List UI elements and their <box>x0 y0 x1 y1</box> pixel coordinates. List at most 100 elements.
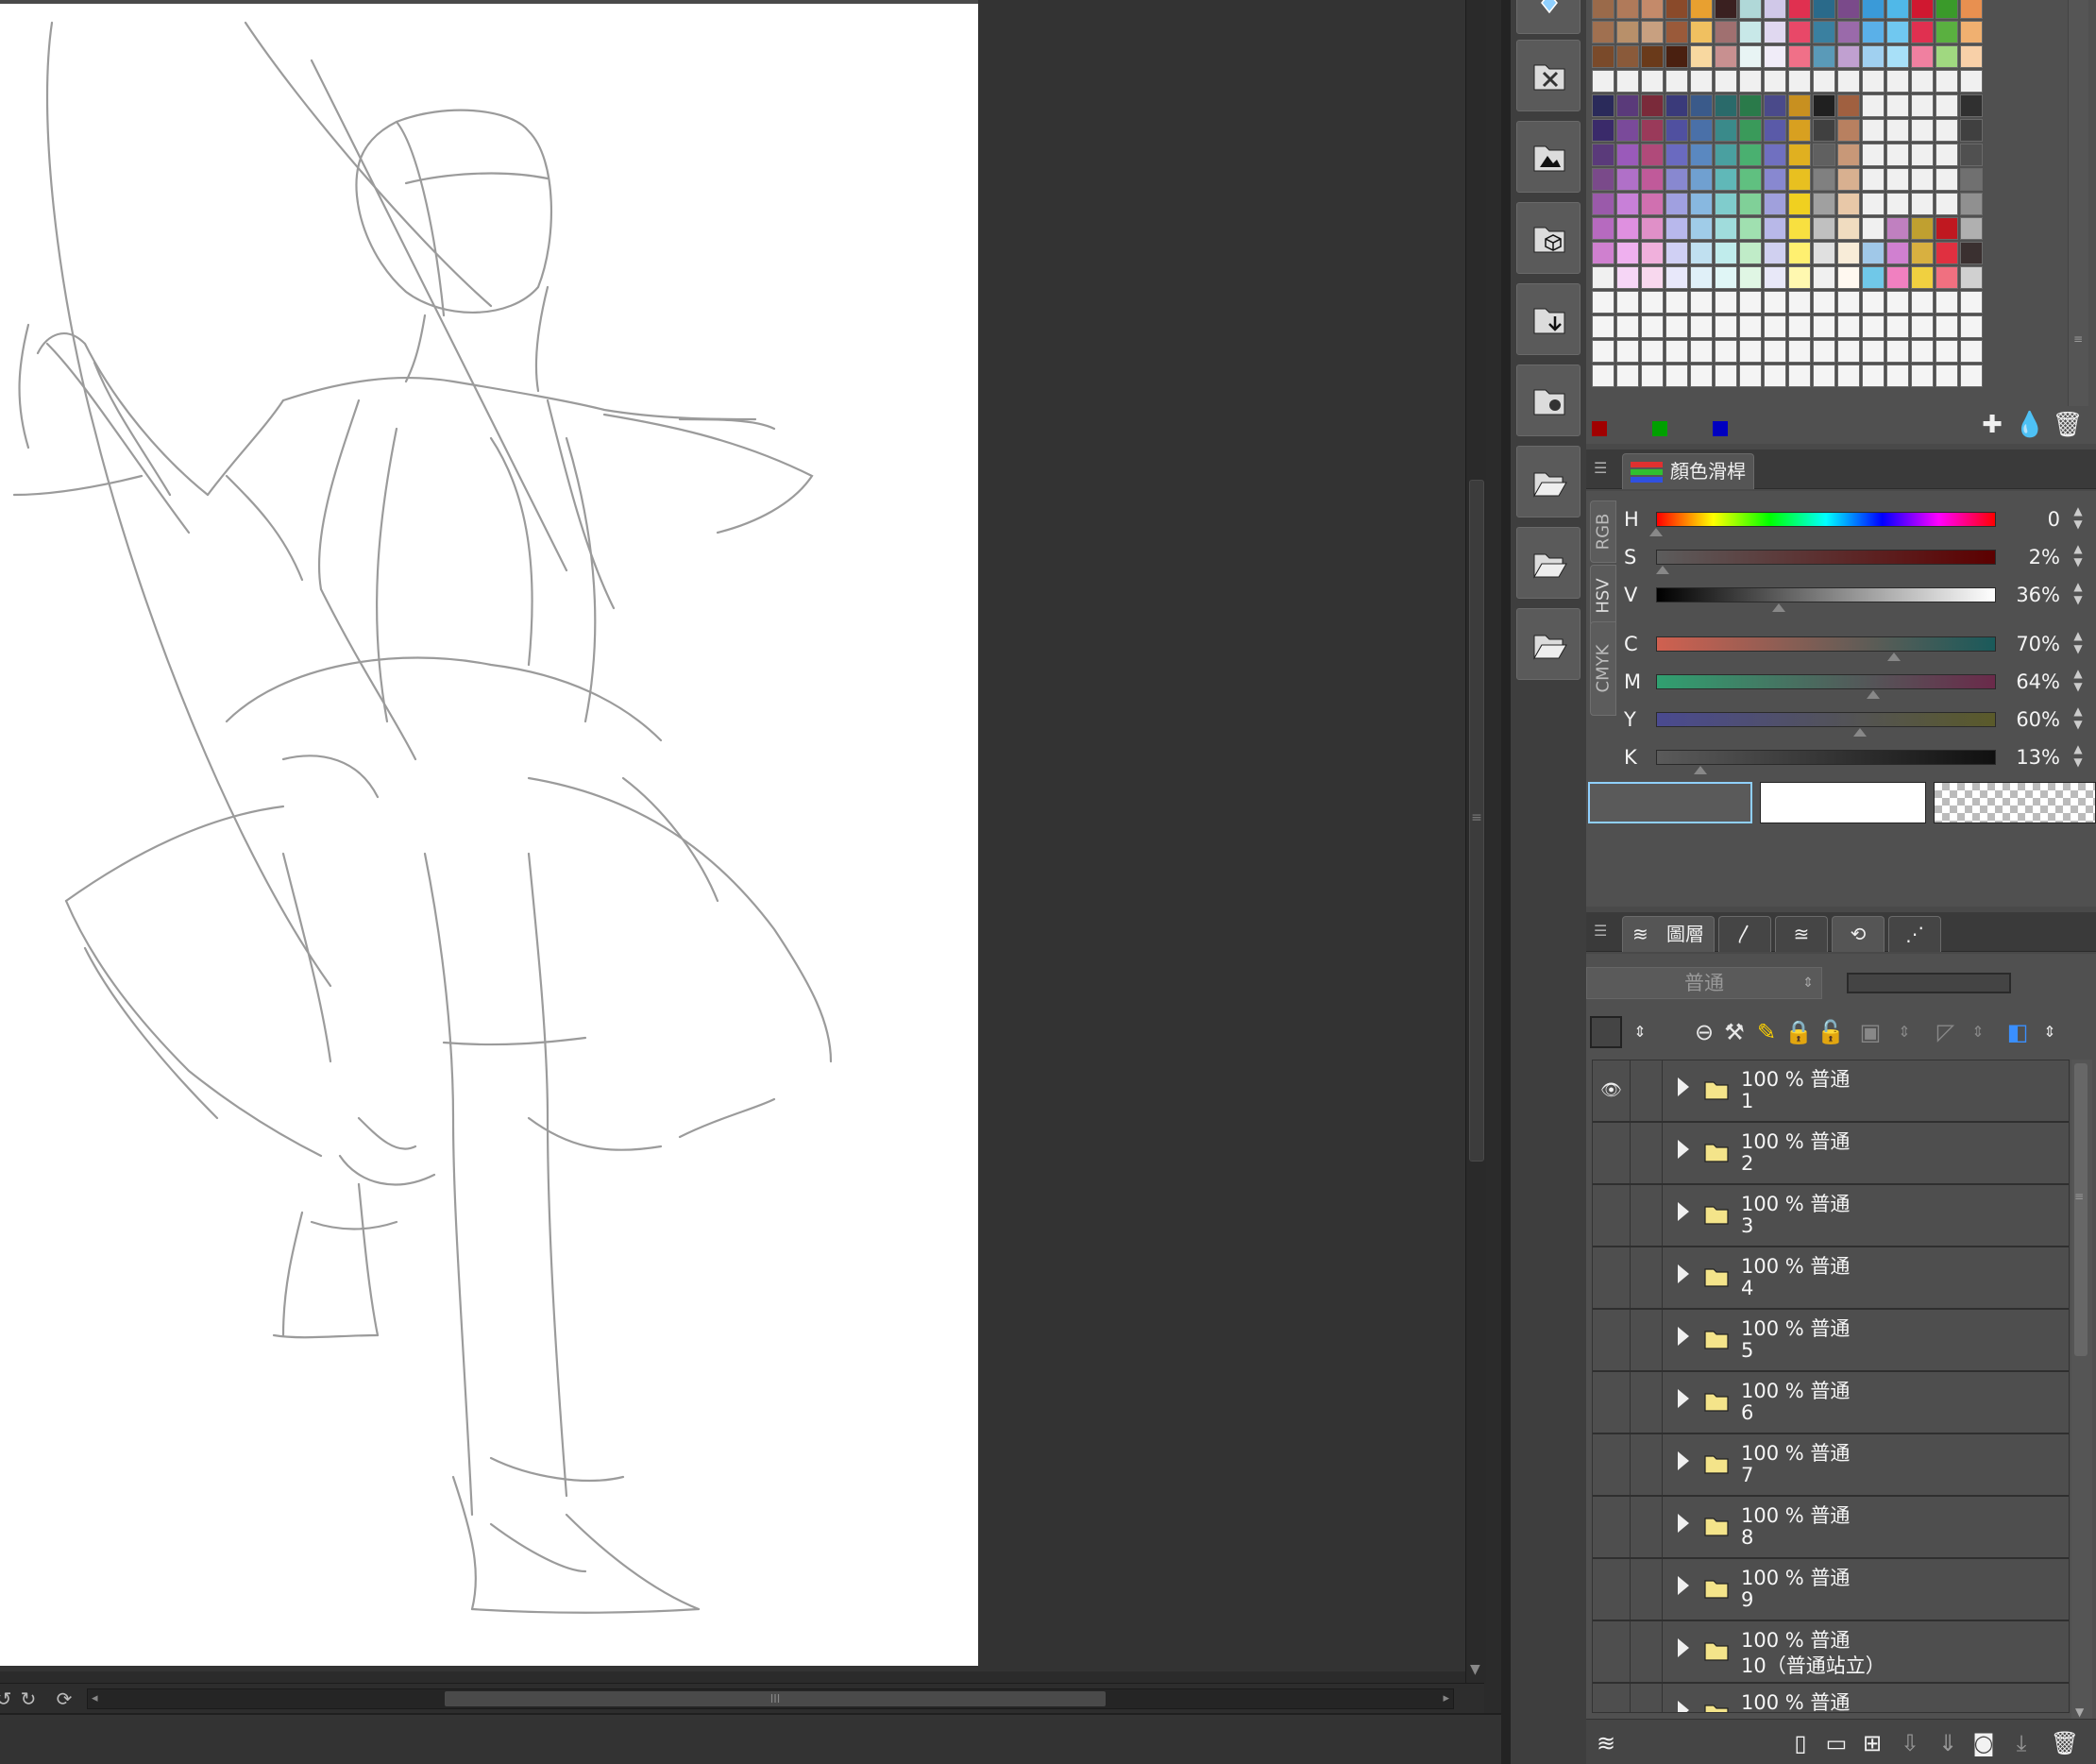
scroll-down-arrow-icon[interactable]: ▼ <box>2075 1705 2084 1719</box>
color-swatch[interactable] <box>1715 315 1737 338</box>
color-swatch[interactable] <box>1813 144 1835 166</box>
color-swatch[interactable] <box>1641 94 1664 117</box>
palette-scrollbar[interactable]: ≡ <box>2068 0 2088 406</box>
color-swatch[interactable] <box>1935 144 1958 166</box>
color-swatch[interactable] <box>1665 266 1688 289</box>
color-swatch[interactable] <box>1837 144 1860 166</box>
color-swatch[interactable] <box>1862 315 1885 338</box>
layer-row[interactable]: 100 % 普通 6 <box>1593 1372 2069 1434</box>
color-swatch[interactable] <box>1690 144 1713 166</box>
visibility-toggle[interactable] <box>1593 1247 1631 1308</box>
color-swatch[interactable] <box>1935 365 1958 387</box>
color-swatch[interactable] <box>1813 217 1835 240</box>
color-swatch[interactable] <box>1690 193 1713 215</box>
color-swatch[interactable] <box>1862 217 1885 240</box>
color-swatch[interactable] <box>1788 266 1811 289</box>
layer-lock-toggle[interactable] <box>1631 1185 1663 1246</box>
vertical-scroll-thumb[interactable]: ≡ <box>1469 480 1484 1162</box>
layer-row[interactable]: 100 % 普通 10（普通站立） <box>1593 1621 2069 1684</box>
spin-arrows-icon[interactable]: ▲ ▼ <box>2070 704 2087 737</box>
color-swatch[interactable] <box>1690 119 1713 142</box>
color-swatch[interactable] <box>1616 315 1639 338</box>
color-swatch[interactable] <box>1641 193 1664 215</box>
color-swatch[interactable] <box>1715 217 1737 240</box>
color-swatch[interactable] <box>1960 70 1983 93</box>
color-swatch[interactable] <box>1813 21 1835 43</box>
color-swatch[interactable] <box>1911 0 1934 19</box>
color-swatch[interactable] <box>1641 119 1664 142</box>
color-swatch[interactable] <box>1616 70 1639 93</box>
color-swatch[interactable] <box>1739 144 1762 166</box>
color-swatch[interactable] <box>1886 119 1909 142</box>
layer-lock-toggle[interactable] <box>1631 1497 1663 1557</box>
color-swatch[interactable] <box>1715 144 1737 166</box>
color-swatch[interactable] <box>1960 365 1983 387</box>
apply-mask-icon[interactable]: ⤓ <box>2005 1727 2037 1759</box>
color-swatch[interactable] <box>1616 168 1639 191</box>
color-swatch[interactable] <box>1616 340 1639 363</box>
color-swatch[interactable] <box>1886 193 1909 215</box>
slider-y[interactable]: Y 60% ▲ ▼ <box>1624 703 2096 740</box>
color-swatch[interactable] <box>1837 21 1860 43</box>
scroll-left-arrow-icon[interactable]: ◂ <box>92 1689 98 1708</box>
layer-lock-toggle[interactable] <box>1631 1310 1663 1370</box>
color-swatch[interactable] <box>1886 94 1909 117</box>
color-swatch[interactable] <box>1764 217 1786 240</box>
color-swatch[interactable] <box>1665 70 1688 93</box>
color-swatch[interactable] <box>1715 340 1737 363</box>
color-swatch[interactable] <box>1935 217 1958 240</box>
color-swatch[interactable] <box>1592 340 1614 363</box>
color-swatch[interactable] <box>1641 315 1664 338</box>
color-swatch[interactable] <box>1739 315 1762 338</box>
layer-lock-toggle[interactable] <box>1631 1621 1663 1682</box>
visibility-toggle[interactable] <box>1593 1434 1631 1495</box>
tab-rgb[interactable]: RGB <box>1590 500 1616 563</box>
color-swatch[interactable] <box>1665 217 1688 240</box>
color-swatch[interactable] <box>1911 94 1934 117</box>
layer-row[interactable]: 100 % 普通11 <box>1593 1684 2069 1712</box>
panel-menu-icon[interactable]: ☰ <box>1594 922 1613 941</box>
color-swatch[interactable] <box>1764 70 1786 93</box>
visibility-toggle[interactable] <box>1593 1559 1631 1620</box>
opacity-slider[interactable] <box>1847 973 2011 993</box>
color-swatch[interactable] <box>1960 21 1983 43</box>
color-swatch[interactable] <box>1690 365 1713 387</box>
color-swatch[interactable] <box>1739 21 1762 43</box>
slider-s[interactable]: S 2% ▲ ▼ <box>1624 540 2096 578</box>
color-swatch[interactable] <box>1813 94 1835 117</box>
color-swatch[interactable] <box>1813 119 1835 142</box>
color-swatch[interactable] <box>1935 340 1958 363</box>
clip-icon[interactable]: ⊖ <box>1688 1016 1720 1048</box>
color-swatch[interactable] <box>1862 168 1885 191</box>
color-swatch[interactable] <box>1813 291 1835 314</box>
color-swatch[interactable] <box>1715 70 1737 93</box>
visibility-toggle[interactable] <box>1593 1621 1631 1682</box>
color-swatch[interactable] <box>1862 193 1885 215</box>
color-swatch[interactable] <box>1886 340 1909 363</box>
spin-arrows-icon[interactable]: ▲ ▼ <box>2070 504 2087 536</box>
color-swatch[interactable] <box>1616 94 1639 117</box>
layer-row[interactable]: 👁 100 % 普通 1 <box>1593 1060 2069 1123</box>
tab-cmyk[interactable]: CMYK <box>1590 621 1616 716</box>
color-swatch[interactable] <box>1641 21 1664 43</box>
color-swatch[interactable] <box>1641 291 1664 314</box>
scroll-down-arrow-icon[interactable]: ▼ <box>1470 1662 1480 1677</box>
color-swatch[interactable] <box>1592 21 1614 43</box>
color-swatch[interactable] <box>1935 94 1958 117</box>
visibility-toggle[interactable] <box>1593 1497 1631 1557</box>
color-swatch[interactable] <box>1813 242 1835 264</box>
layer-color-mode-icon[interactable]: ◧ <box>2002 1016 2034 1048</box>
color-swatch[interactable] <box>1739 217 1762 240</box>
color-swatch[interactable] <box>1788 291 1811 314</box>
color-swatch[interactable] <box>1935 119 1958 142</box>
color-swatch[interactable] <box>1837 45 1860 68</box>
color-swatch[interactable] <box>1739 291 1762 314</box>
color-swatch[interactable] <box>1911 21 1934 43</box>
layer-lock-toggle[interactable] <box>1631 1247 1663 1308</box>
mask-enable-icon[interactable]: ▣ <box>1854 1016 1886 1048</box>
color-swatch[interactable] <box>1788 315 1811 338</box>
color-swatch[interactable] <box>1813 315 1835 338</box>
color-swatch[interactable] <box>1886 365 1909 387</box>
spin-arrows-icon[interactable]: ⇕ <box>2034 1016 2066 1048</box>
hue-bar[interactable] <box>1656 512 1996 527</box>
